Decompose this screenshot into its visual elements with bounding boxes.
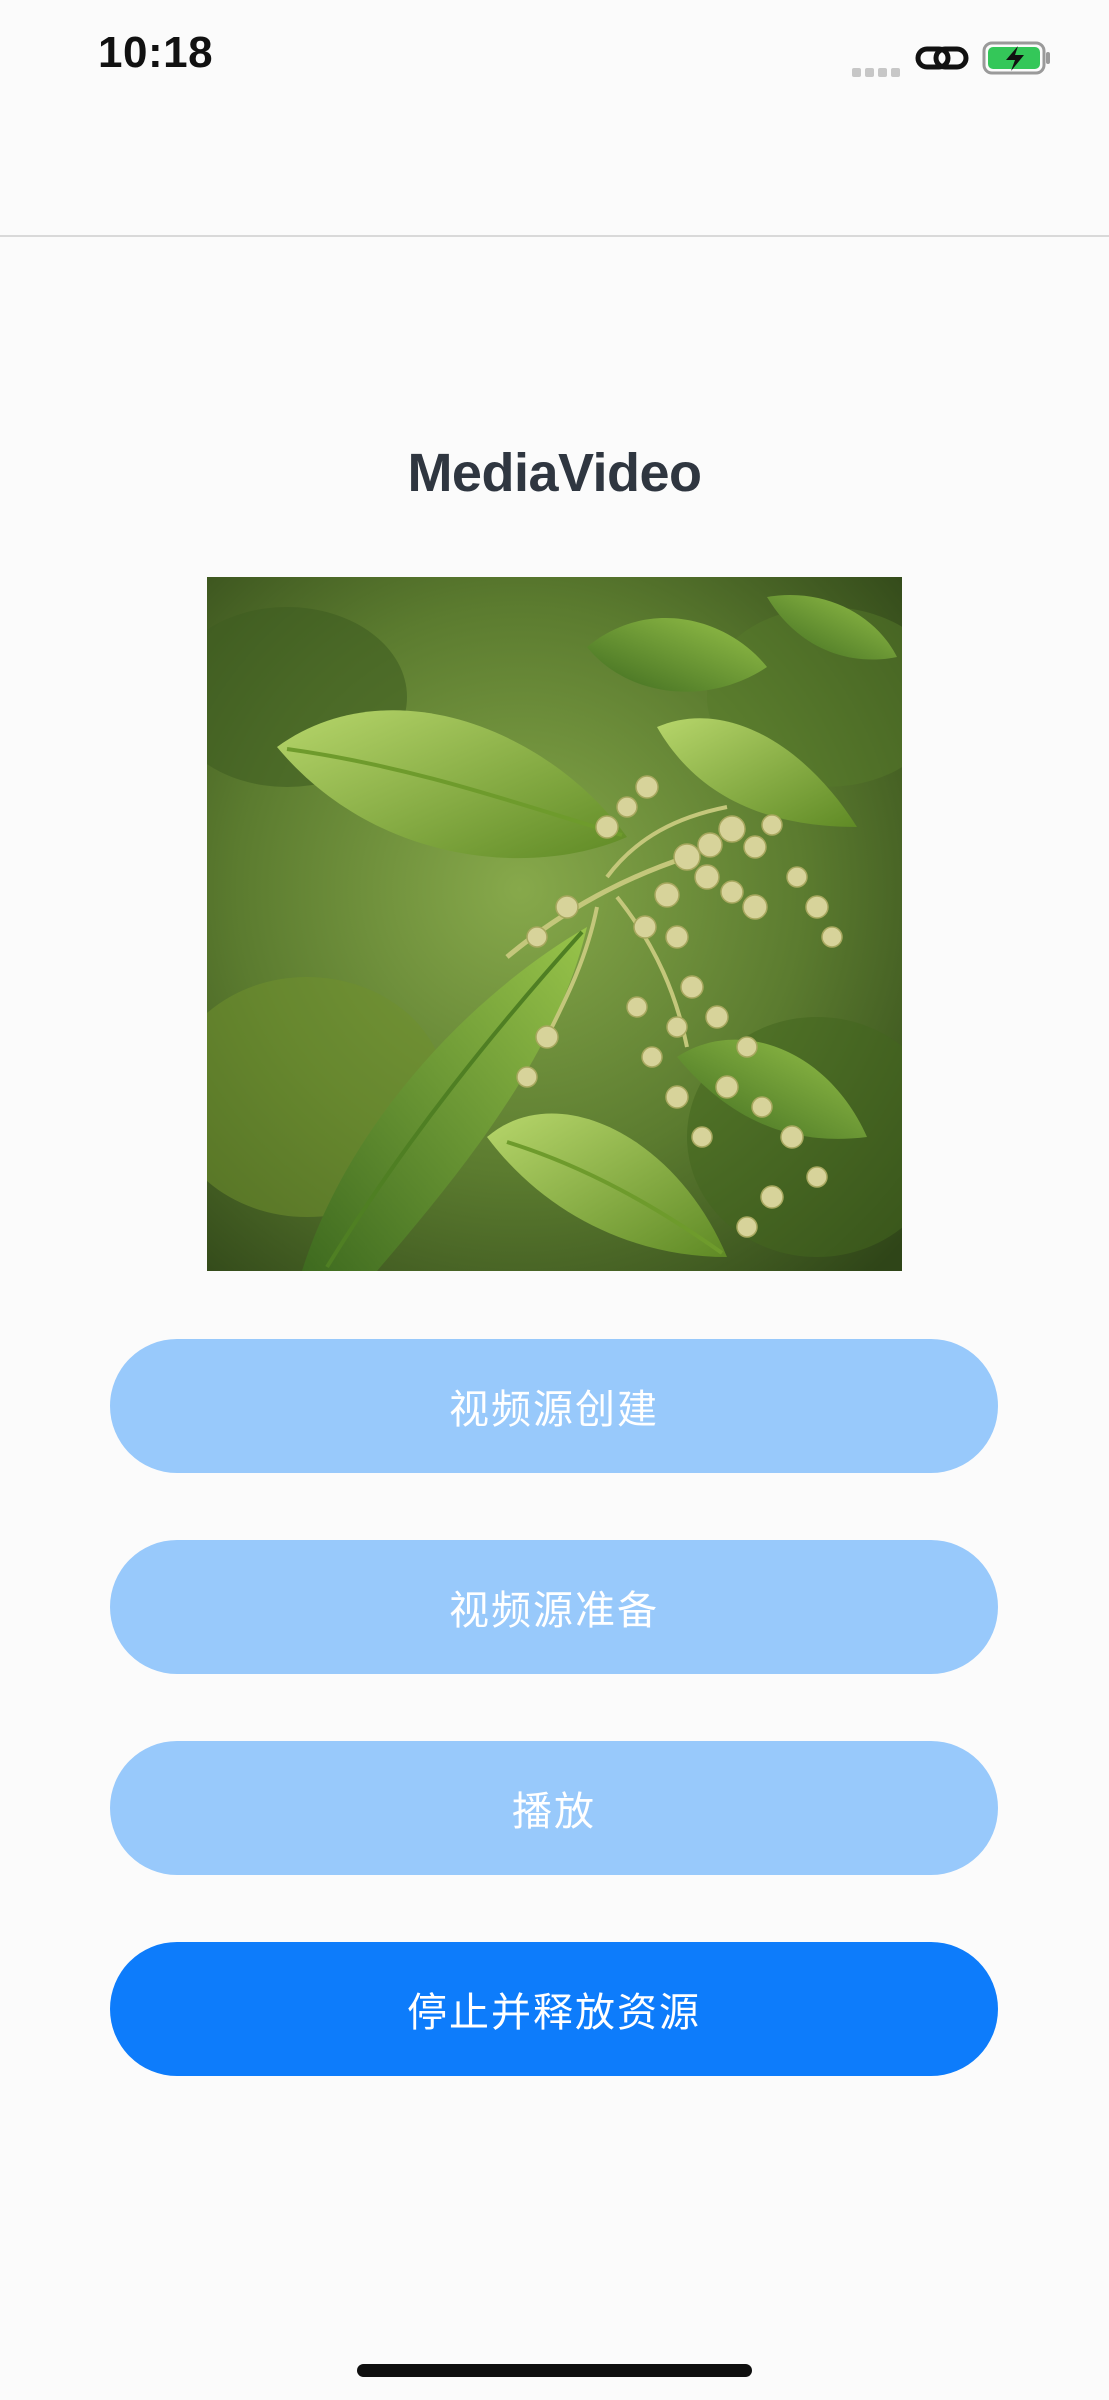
prepare-source-button[interactable]: 视频源准备 (110, 1540, 998, 1674)
page-title: MediaVideo (407, 443, 702, 503)
battery-charging-icon (982, 41, 1050, 75)
link-icon (915, 46, 969, 70)
play-button[interactable]: 播放 (110, 1741, 998, 1875)
home-indicator[interactable] (357, 2364, 752, 2377)
video-frame-image (207, 577, 902, 1271)
stop-release-button[interactable]: 停止并释放资源 (110, 1942, 998, 2076)
signal-icon (852, 64, 904, 77)
app-screen: 10:18 MediaVideo 视频源创建 视频源准备 播放 停止并释放资源 (0, 0, 1109, 2400)
status-bar: 10:18 (0, 0, 1109, 120)
video-preview[interactable] (207, 577, 902, 1271)
status-time: 10:18 (98, 28, 214, 77)
create-source-button[interactable]: 视频源创建 (110, 1339, 998, 1473)
header-divider (0, 235, 1109, 237)
